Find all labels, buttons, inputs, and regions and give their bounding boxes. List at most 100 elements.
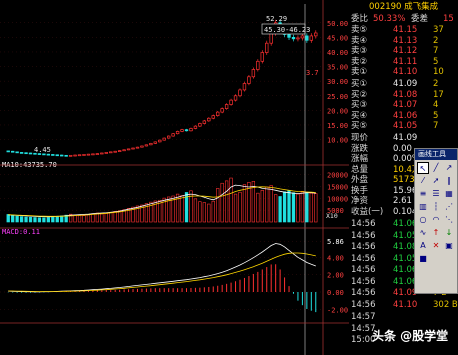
candle-body bbox=[242, 83, 247, 91]
candle-body bbox=[68, 154, 73, 157]
down-arrow-icon[interactable]: ↓ bbox=[443, 227, 455, 239]
candle-body bbox=[189, 128, 193, 132]
quote-row-label: 换手 bbox=[351, 185, 369, 196]
grid-icon[interactable]: ▦ bbox=[443, 188, 455, 200]
color-icon[interactable]: ■ bbox=[417, 253, 429, 265]
candle-body bbox=[135, 146, 140, 149]
quote-row-label: 买③ bbox=[351, 100, 368, 110]
candle-body bbox=[269, 32, 273, 44]
ray-icon[interactable]: ↗ bbox=[443, 162, 455, 174]
arc-icon[interactable]: ◠ bbox=[430, 214, 442, 226]
volume-bar bbox=[11, 214, 15, 223]
volume-bar bbox=[113, 211, 117, 223]
low-label: 4.45 bbox=[34, 146, 51, 154]
quote-row-value: 41.05 bbox=[393, 121, 418, 131]
candle-body bbox=[140, 145, 144, 148]
volume-bar bbox=[287, 190, 291, 223]
volume-bar bbox=[15, 215, 19, 223]
lock-icon[interactable]: ▣ bbox=[443, 240, 455, 252]
line-icon[interactable]: ╱ bbox=[430, 162, 442, 174]
volume-bar bbox=[24, 216, 28, 223]
text-icon[interactable]: A bbox=[417, 240, 429, 252]
quote-row-volume: 7 bbox=[433, 121, 439, 131]
candle-body bbox=[46, 153, 51, 156]
arrow-icon[interactable]: ➚ bbox=[430, 175, 442, 187]
price-tick-label: 10.00 bbox=[327, 137, 348, 145]
parallel-icon[interactable]: ∥ bbox=[443, 175, 455, 187]
candle-body bbox=[126, 148, 131, 151]
candle-body bbox=[202, 120, 207, 124]
candle-body bbox=[211, 115, 215, 119]
volume-bar bbox=[189, 190, 193, 223]
volume-tick-label: 10000 bbox=[327, 195, 348, 203]
macd-lines bbox=[7, 243, 317, 313]
bars-icon[interactable]: ▥ bbox=[417, 201, 429, 213]
candle-body bbox=[314, 32, 318, 37]
segment-icon[interactable]: ⁄ bbox=[417, 175, 429, 187]
candle-body bbox=[216, 111, 220, 116]
cursor-icon[interactable]: ↖ bbox=[417, 162, 429, 174]
delete-icon[interactable]: ✕ bbox=[430, 240, 442, 252]
macd-axis: 5.86 4.00 2.00 0.00 -2.00 bbox=[327, 238, 348, 314]
quote-row-label: 14:56 bbox=[351, 288, 376, 298]
volume-bar bbox=[19, 216, 24, 223]
price-tick-label: 50.00 bbox=[327, 20, 348, 28]
candle-body bbox=[233, 95, 238, 101]
crosshair-label: 45.30-46.23 bbox=[264, 26, 310, 34]
quote-row-value: 41.10 bbox=[393, 67, 418, 77]
quote-row-value: 41.13 bbox=[393, 35, 418, 46]
quote-row: 买⑤ 41.05 7 bbox=[349, 121, 458, 131]
candle-body bbox=[305, 35, 309, 41]
fib-icon[interactable]: ☰ bbox=[430, 188, 442, 200]
volume-tick-label: 20000 bbox=[327, 172, 348, 180]
cycle-icon[interactable]: ∿ bbox=[417, 227, 429, 239]
volume-unit: X10 bbox=[326, 212, 338, 220]
price-tick-label: 25.00 bbox=[327, 93, 348, 101]
volume-axis: 2000015000100005000 bbox=[327, 172, 348, 215]
candle-body bbox=[180, 129, 184, 132]
period-icon[interactable]: ┆ bbox=[430, 201, 442, 213]
volume-bar bbox=[291, 192, 296, 223]
tools-grid: ↖ ╱ ↗ ⁄ ➚ ∥ ≡ ☰ ▦ ▥ ┆ ⋰ ○ ◠ ⋱ ∿ ↑ ↓ A ✕ ▣ ■ bbox=[417, 162, 457, 266]
speed-icon[interactable]: ⋱ bbox=[443, 214, 455, 226]
high-label: 52.29 bbox=[266, 15, 287, 23]
volume-bar bbox=[198, 201, 202, 223]
quote-row-label: 现价 bbox=[351, 133, 369, 143]
quote-row-label: 14:56 bbox=[351, 219, 376, 229]
candle-body bbox=[55, 154, 59, 157]
volume-bar bbox=[33, 217, 37, 223]
candle-body bbox=[220, 108, 224, 113]
volume-bar bbox=[193, 198, 198, 223]
channel-icon[interactable]: ≡ bbox=[417, 188, 429, 200]
quote-row: 卖⑤ 41.15 37 bbox=[349, 25, 458, 35]
fan-icon[interactable]: ⋰ bbox=[443, 201, 455, 213]
up-arrow-icon[interactable]: ↑ bbox=[430, 227, 442, 239]
candle-body bbox=[229, 99, 233, 105]
quote-row-label: 买① bbox=[351, 79, 368, 89]
candle-body bbox=[28, 152, 33, 155]
tick-tail-row: 14:57 bbox=[349, 312, 458, 322]
candle-body bbox=[77, 154, 82, 157]
quote-row-volume: 10 bbox=[433, 67, 444, 77]
volume-bar bbox=[309, 192, 313, 223]
quote-row-label: 14:56 bbox=[351, 253, 376, 264]
macd-grid bbox=[0, 240, 323, 310]
candle-body bbox=[109, 151, 113, 154]
quote-row-value: 41.10 bbox=[393, 299, 418, 310]
candle-body bbox=[256, 60, 260, 70]
volume-bar bbox=[77, 215, 82, 223]
candle-body bbox=[42, 153, 46, 156]
drawing-tools-palette[interactable]: 画线工具 ↖ ╱ ↗ ⁄ ➚ ∥ ≡ ☰ ▦ ▥ ┆ ⋰ ○ ◠ ⋱ ∿ ↑ ↓ A ✕ ▣ ■ bbox=[414, 148, 458, 294]
quote-row-label: 总量 bbox=[351, 164, 369, 175]
candle-body bbox=[86, 153, 91, 156]
cursor-label: 3.7 bbox=[306, 69, 319, 77]
tick-time: 14:57 bbox=[351, 312, 376, 322]
price-grid bbox=[0, 22, 323, 140]
quote-row-value: 41.11 bbox=[393, 56, 418, 67]
quote-row-label: 收益(一) bbox=[351, 206, 384, 217]
candle-body bbox=[260, 52, 264, 62]
circle-icon[interactable]: ○ bbox=[417, 214, 429, 226]
chart-area[interactable]: 50.00 45.00 40.00 35.00 30.00 25.00 20.00 15.00… bbox=[0, 0, 349, 355]
quote-row-volume: 302 B bbox=[433, 299, 458, 310]
volume-bar bbox=[37, 217, 42, 223]
